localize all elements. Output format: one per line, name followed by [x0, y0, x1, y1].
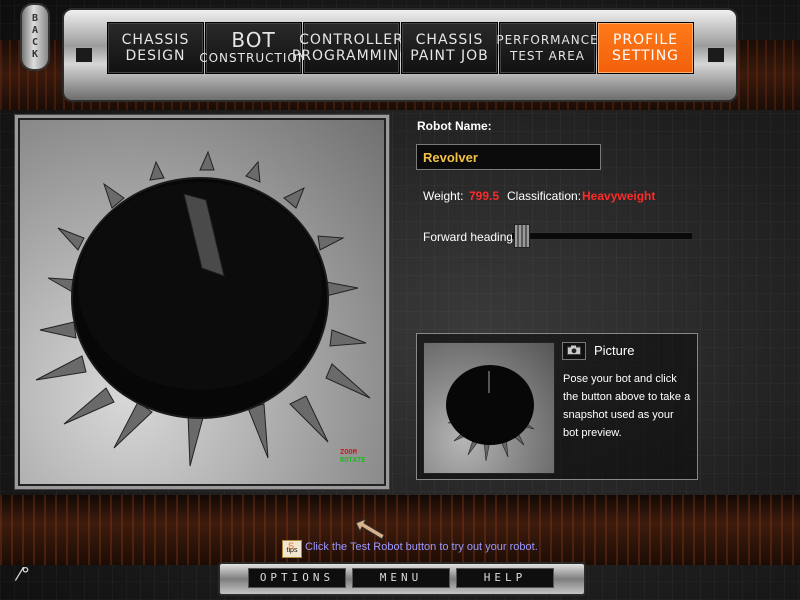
tab-label-line1: CONTROLLER: [299, 32, 404, 48]
tab-bar-cap-right: [708, 48, 724, 62]
classification-value: Heavyweight: [582, 189, 656, 203]
swirl-icon: S: [288, 541, 295, 551]
camera-icon: [567, 342, 581, 360]
classification-label: Classification:: [507, 189, 582, 203]
forward-heading-slider-thumb[interactable]: [514, 224, 530, 248]
weight-value: 799.5: [469, 189, 500, 203]
tips-icon: S tips: [282, 540, 302, 558]
robot-name-label: Robot Name:: [417, 119, 492, 133]
tab-bar-cap-left: [76, 48, 92, 62]
mouse-pointer-icon: [356, 519, 385, 540]
picture-description: Pose your bot and click the button above…: [563, 373, 691, 439]
zoom-rotate-hint: ZOOM ROTATE: [340, 448, 365, 464]
robot-thumbnail: [446, 365, 535, 462]
options-button[interactable]: OPTIONS: [248, 568, 346, 588]
tab-label-line1: CHASSIS: [121, 32, 190, 48]
back-button[interactable]: BACK: [20, 3, 50, 71]
tab-label-line1: CHASSIS: [415, 32, 484, 48]
tab-chassis-design[interactable]: CHASSIS DESIGN: [107, 22, 204, 74]
tab-label-line2: DESIGN: [125, 48, 186, 64]
zoom-label: ZOOM: [340, 448, 357, 456]
tab-performance-test-area[interactable]: PERFORMANCE TEST AREA: [496, 22, 599, 74]
tab-label-line2: PAINT JOB: [410, 48, 489, 64]
game-logo-icon: ⁄°: [18, 564, 31, 585]
weight-label: Weight:: [423, 189, 464, 203]
robot-model: [35, 150, 371, 467]
tab-bot-construction[interactable]: BOT CONSTRUCTION: [199, 22, 307, 74]
forward-heading-slider-track[interactable]: [512, 232, 692, 239]
back-button-label: BACK: [29, 13, 41, 61]
tab-label-line2: TEST AREA: [509, 49, 585, 63]
robot-3d-viewer[interactable]: ZOOM ROTATE: [15, 115, 389, 489]
forward-heading-label: Forward heading:: [423, 230, 517, 244]
menu-button[interactable]: MENU: [352, 568, 450, 588]
tab-chassis-paint-job[interactable]: CHASSIS PAINT JOB: [401, 22, 498, 74]
tab-label-line1: PROFILE: [612, 32, 679, 48]
help-button[interactable]: HELP: [456, 568, 554, 588]
picture-preview: [423, 342, 555, 474]
tab-label-line2: PROGRAMMING: [291, 48, 412, 64]
tip-text: Click the Test Robot button to try out y…: [305, 541, 538, 553]
background-band-bottom: [0, 495, 800, 565]
tab-label-line2: SETTING: [611, 48, 680, 64]
tab-label-line1: PERFORMANCE: [496, 33, 599, 47]
tab-controller-programming[interactable]: CONTROLLER PROGRAMMING: [292, 22, 410, 74]
rotate-label: ROTATE: [340, 456, 366, 464]
picture-title: Picture: [594, 343, 635, 358]
snapshot-button[interactable]: [562, 342, 586, 360]
tab-label-line1: BOT: [231, 28, 276, 52]
robot-name-input[interactable]: Revolver: [416, 144, 601, 170]
tab-profile-setting[interactable]: PROFILE SETTING: [597, 22, 694, 74]
